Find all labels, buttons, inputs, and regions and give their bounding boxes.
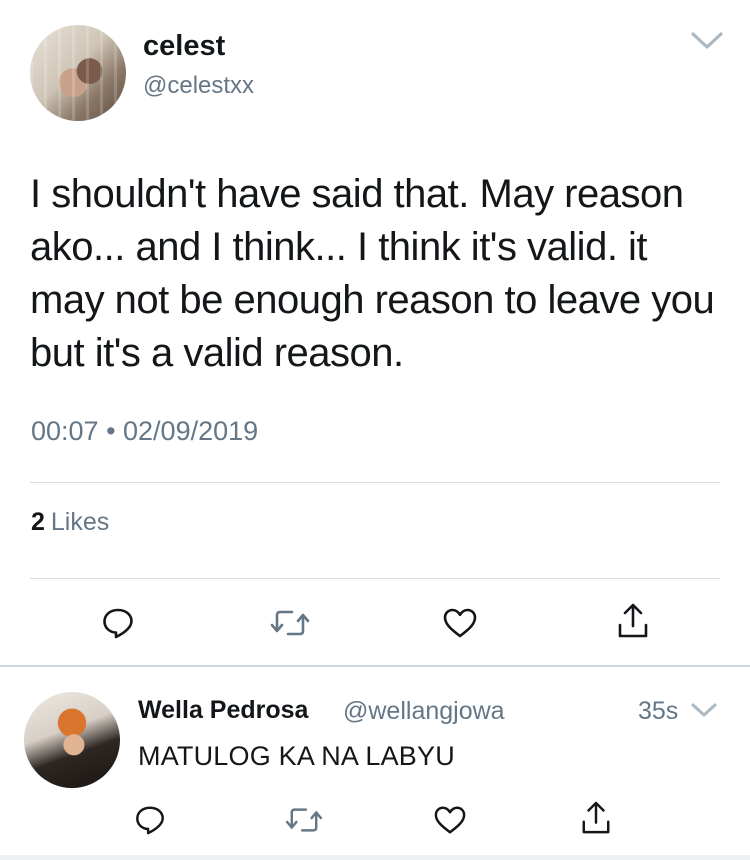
tweet-timestamp[interactable]: 00:07 • 02/09/2019	[31, 416, 258, 447]
heart-icon	[434, 806, 466, 834]
reply-button[interactable]	[130, 800, 170, 840]
like-button[interactable]	[440, 603, 480, 643]
reply-timestamp: 35s	[638, 697, 679, 725]
reply-icon	[103, 608, 133, 639]
chevron-down-icon[interactable]	[690, 28, 724, 52]
divider	[30, 578, 720, 579]
share-button[interactable]	[613, 601, 653, 641]
share-button[interactable]	[576, 798, 616, 838]
main-tweet: celest @celestxx I shouldn't have said t…	[0, 0, 750, 666]
likes-label: Likes	[50, 508, 110, 536]
share-icon	[618, 603, 648, 638]
reply-icon	[136, 806, 164, 835]
chevron-down-icon[interactable]	[690, 700, 718, 720]
divider	[30, 482, 720, 483]
heart-icon	[443, 608, 477, 638]
share-icon	[582, 801, 610, 834]
display-name[interactable]: Wella Pedrosa	[138, 696, 308, 725]
likes-count: 2	[31, 508, 45, 536]
user-handle[interactable]: @celestxx	[143, 72, 254, 100]
avatar[interactable]	[30, 25, 126, 121]
retweet-button[interactable]	[270, 603, 310, 643]
user-handle[interactable]: @wellangjowa	[343, 697, 505, 726]
divider	[0, 665, 750, 667]
display-name[interactable]: celest	[143, 30, 225, 63]
retweet-icon	[285, 808, 323, 832]
avatar[interactable]	[24, 692, 120, 788]
likes-stat[interactable]: 2 Likes	[31, 508, 109, 537]
divider	[0, 855, 750, 860]
tweet-text: I shouldn't have said that. May reason a…	[30, 172, 715, 375]
retweet-button[interactable]	[284, 800, 324, 840]
retweet-icon	[270, 610, 310, 636]
reply-button[interactable]	[98, 603, 138, 643]
like-button[interactable]	[430, 800, 470, 840]
tweet-text: MATULOG KA NA LABYU	[138, 741, 455, 771]
